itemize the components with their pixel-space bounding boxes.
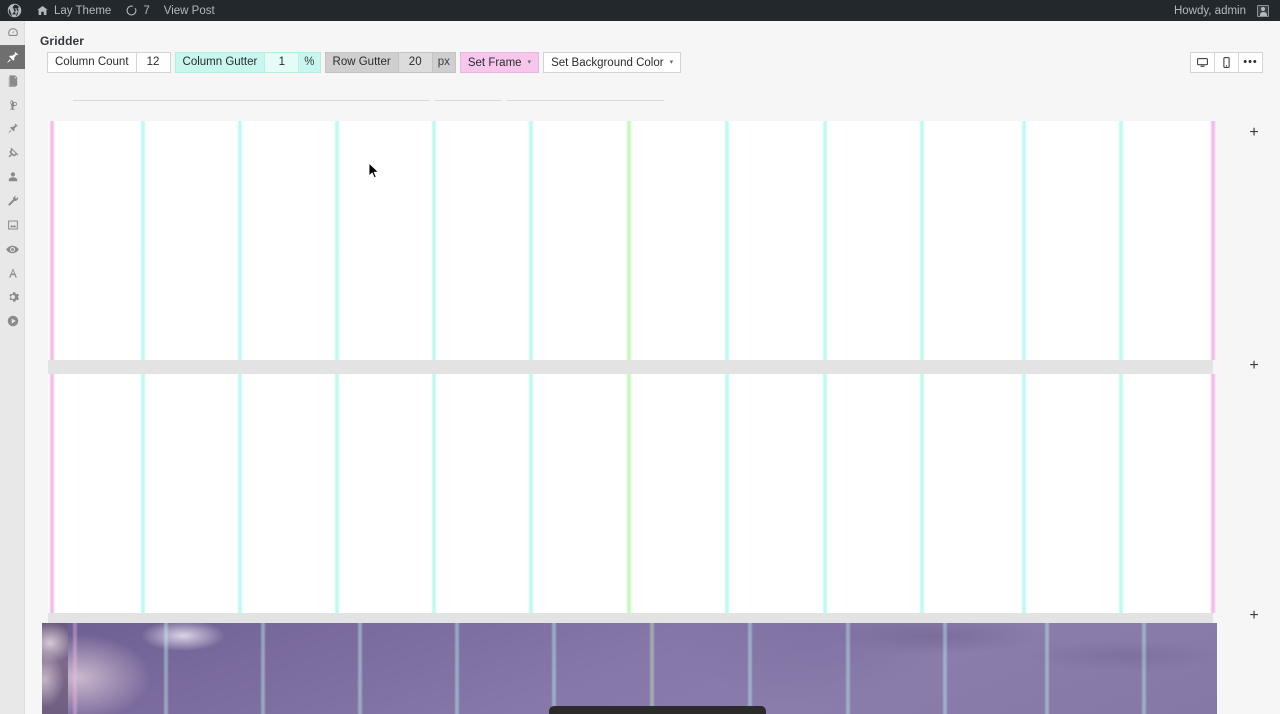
desktop-monitor-icon: [1196, 56, 1209, 69]
comments-bubble-icon: [125, 4, 138, 17]
device-preview-toggles: •••: [1190, 52, 1263, 73]
admin-sidebar-rail: [0, 21, 25, 714]
sidebar-item-plugins[interactable]: [0, 141, 25, 165]
wordpress-logo-icon: [7, 3, 22, 18]
view-post-link[interactable]: View Post: [157, 0, 222, 21]
sidebar-item-users[interactable]: [0, 165, 25, 189]
page-title: Gridder: [40, 34, 85, 48]
sidebar-item-typography[interactable]: [0, 261, 25, 285]
set-background-color-label: Set Background Color: [551, 56, 664, 69]
row-gutter-input[interactable]: 20: [397, 53, 432, 72]
row-image-photo: [42, 623, 1217, 714]
sidebar-item-play[interactable]: [0, 309, 25, 333]
set-frame-label: Set Frame: [467, 56, 522, 69]
site-name-label: Lay Theme: [54, 4, 112, 17]
add-row-button-2[interactable]: +: [1246, 358, 1262, 374]
column-count-field[interactable]: Column Count 12: [47, 52, 171, 73]
column-count-input[interactable]: 12: [135, 53, 170, 72]
sidebar-item-settings[interactable]: [0, 285, 25, 309]
mobile-phone-icon: [1220, 56, 1233, 69]
column-gutter-label: Column Gutter: [182, 56, 258, 68]
admin-bar-right: Howdy, admin: [1167, 0, 1280, 21]
row-gutter-gap-1: [48, 360, 1213, 374]
sidebar-item-pages[interactable]: [0, 69, 25, 93]
view-post-label: View Post: [163, 4, 215, 17]
column-gutter-unit: %: [298, 53, 320, 72]
row-gutter-gap-2: [48, 613, 1213, 623]
sidebar-item-pin[interactable]: [0, 117, 25, 141]
set-background-color-dropdown[interactable]: Set Background Color ▾: [543, 52, 682, 73]
sidebar-item-preview[interactable]: [0, 237, 25, 261]
sidebar-item-media[interactable]: [0, 93, 25, 117]
grid-row-3-image[interactable]: [42, 623, 1217, 714]
context-hint-tooltip: (Right-click on a row): [549, 706, 766, 714]
howdy-label: Howdy, admin: [1173, 4, 1246, 17]
add-row-button-3[interactable]: +: [1246, 608, 1262, 624]
more-options-button[interactable]: •••: [1238, 52, 1263, 73]
wp-logo-menu[interactable]: [0, 0, 29, 21]
column-count-label: Column Count: [55, 56, 129, 68]
home-icon: [36, 4, 49, 17]
mouse-cursor: [368, 162, 380, 185]
column-gutter-input[interactable]: 1: [264, 53, 299, 72]
mobile-view-button[interactable]: [1214, 52, 1239, 73]
wp-admin-bar: Lay Theme 7 View Post Howdy, admin: [0, 0, 1280, 21]
grid-row-1[interactable]: [48, 121, 1213, 360]
ellipsis-icon: •••: [1243, 56, 1258, 68]
row-gutter-field[interactable]: Row Gutter 20 px: [324, 52, 456, 73]
gridder-settings-toolbar: Column Count 12 Column Gutter 1 % Row Gu…: [47, 52, 685, 73]
row-gutter-unit: px: [431, 53, 455, 72]
avatar-icon: [1257, 4, 1269, 17]
column-gutter-field[interactable]: Column Gutter 1 %: [174, 52, 321, 73]
gridder-canvas[interactable]: + + + (Right-click on a row): [25, 101, 1280, 714]
my-account-menu[interactable]: Howdy, admin: [1167, 0, 1280, 21]
sidebar-item-dashboard[interactable]: [0, 21, 25, 45]
grid-row-2[interactable]: [48, 374, 1213, 613]
sidebar-item-tools[interactable]: [0, 189, 25, 213]
add-row-button-1[interactable]: +: [1246, 125, 1262, 141]
desktop-view-button[interactable]: [1190, 52, 1215, 73]
site-name-menu[interactable]: Lay Theme: [29, 0, 118, 21]
sidebar-item-lay-options[interactable]: [0, 45, 25, 69]
set-frame-dropdown[interactable]: Set Frame ▾: [459, 52, 540, 73]
comments-count: 7: [143, 4, 150, 17]
comments-menu[interactable]: 7: [118, 0, 156, 21]
chevron-down-icon: ▾: [527, 59, 532, 66]
sidebar-item-frames[interactable]: [0, 213, 25, 237]
chevron-down-icon: ▾: [669, 59, 674, 66]
gridder-main-pane: Gridder Column Count 12 Column Gutter 1 …: [25, 21, 1280, 714]
row-gutter-label: Row Gutter: [332, 56, 391, 68]
